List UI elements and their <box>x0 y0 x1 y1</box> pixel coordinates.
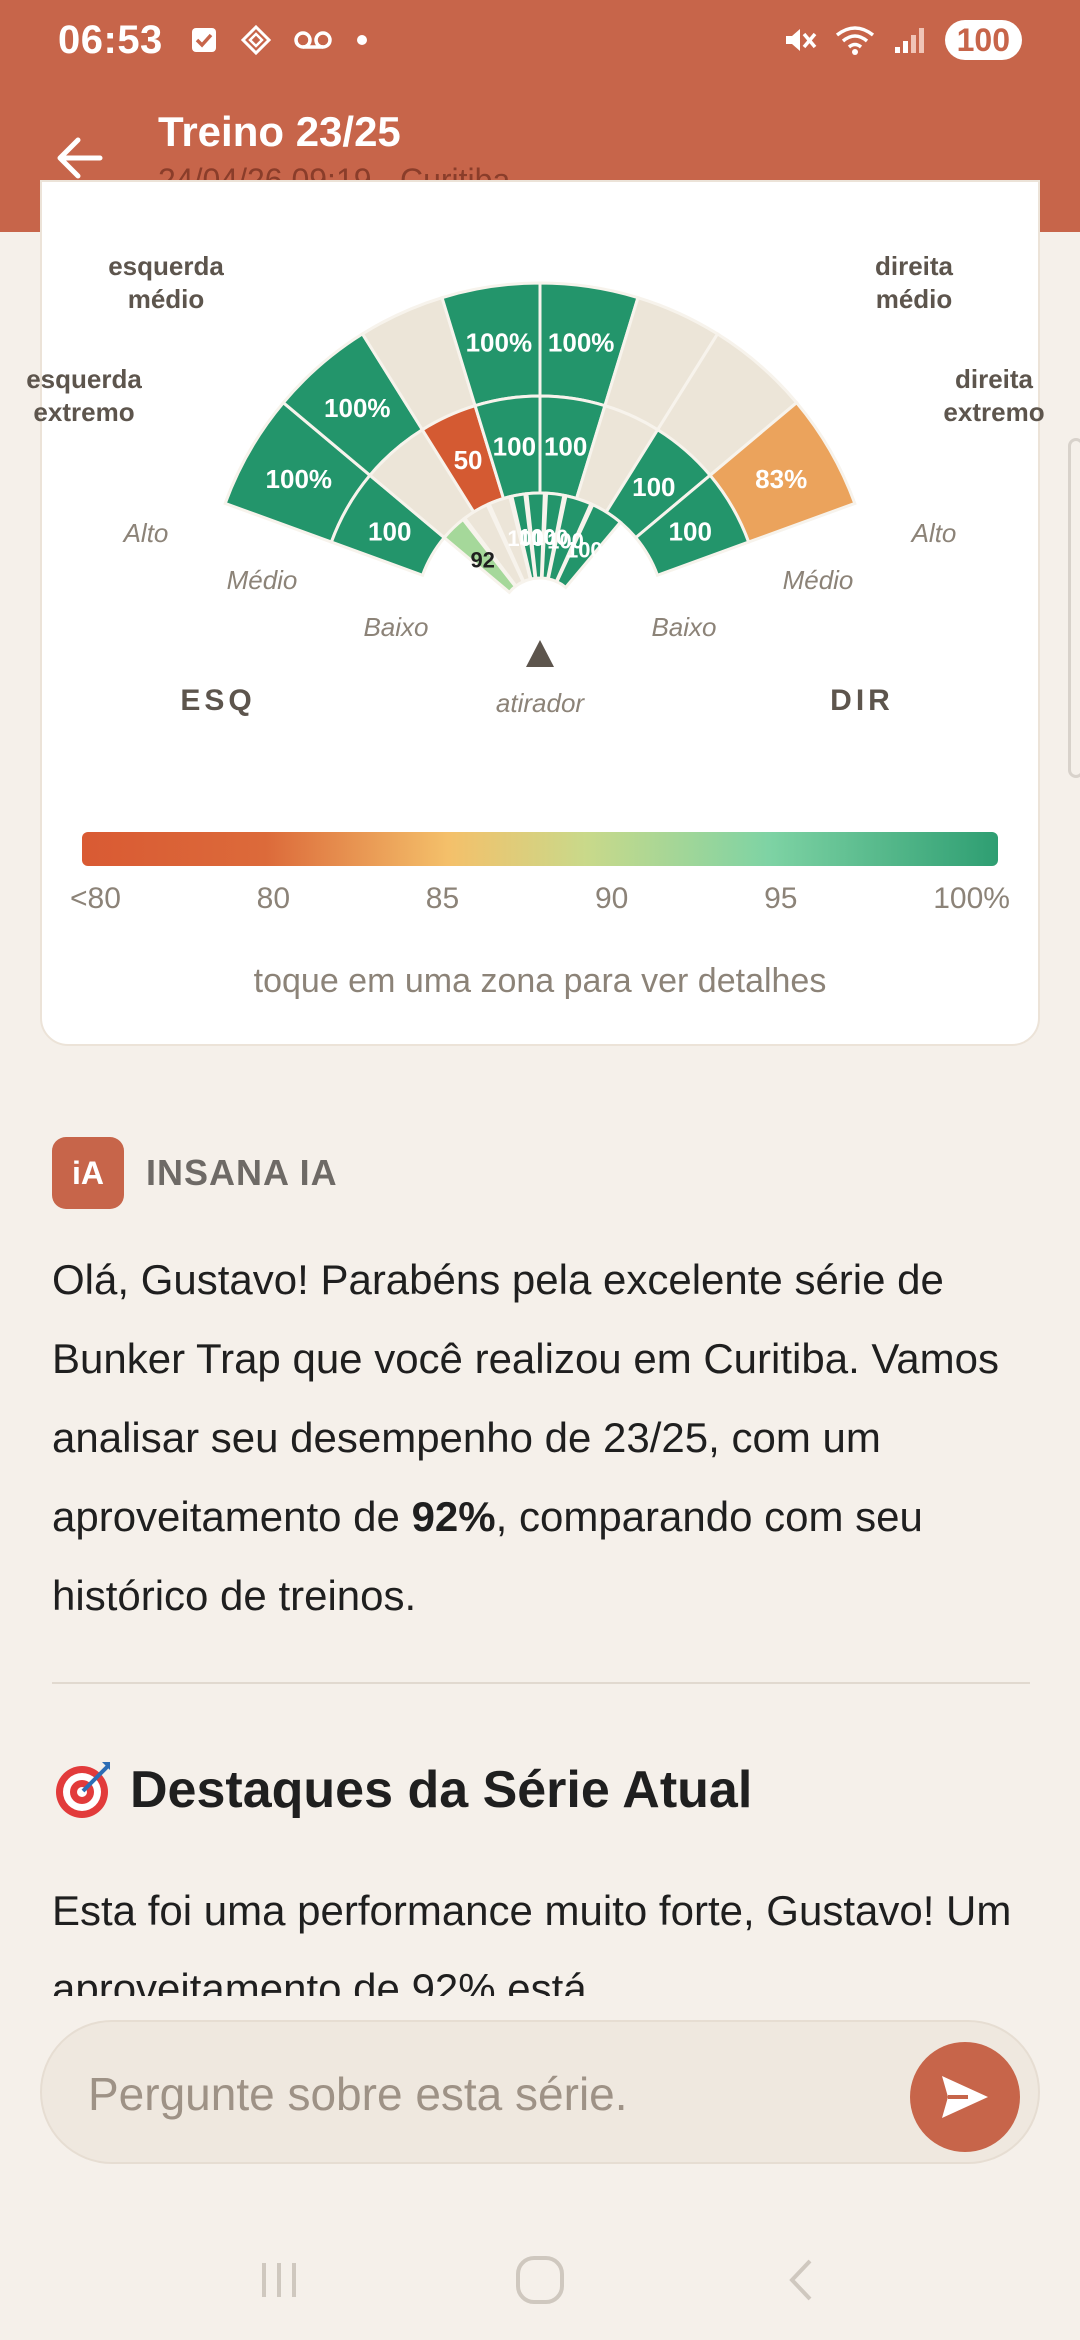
zone-cell-label: 100 <box>493 431 536 461</box>
zone-cell-label: 92 <box>470 548 494 573</box>
scroll-indicator <box>1068 438 1080 778</box>
ia-intro-highlight: 92% <box>411 1493 496 1540</box>
side-label-right: DIR <box>830 684 894 717</box>
divider <box>52 1682 1030 1684</box>
height-label-baixo-right: Baixo <box>651 612 716 642</box>
legend-tick: 90 <box>594 882 629 915</box>
legend-ticks: <80 80 85 90 95 100% <box>70 882 1010 916</box>
zone-label-left-mid-2: médio <box>128 284 205 314</box>
zone-label-left-ext-2: extremo <box>33 397 134 427</box>
zone-cell-label: 100% <box>324 393 391 423</box>
battery-indicator: 100 <box>944 20 1022 60</box>
zone-label-right-mid-1: direita <box>875 251 954 281</box>
wifi-icon <box>835 26 874 55</box>
height-label-baixo-left: Baixo <box>363 612 428 642</box>
zone-cell-label: 100 <box>566 537 603 562</box>
legend-tick: 100% <box>933 882 1010 915</box>
height-label-alto-right: Alto <box>910 518 957 548</box>
ia-name: INSANA IA <box>146 1152 338 1193</box>
height-label-medio-left: Médio <box>227 565 298 595</box>
legend-tick: 85 <box>425 882 460 915</box>
diamond-app-icon <box>240 25 271 55</box>
home-icon[interactable] <box>512 2252 568 2308</box>
zone-label-right-mid-2: médio <box>876 284 953 314</box>
zone-label-right-ext-2: extremo <box>943 397 1044 427</box>
zone-cell-label: 100 <box>368 516 411 546</box>
zone-cell-label: 100 <box>669 516 712 546</box>
zone-label-left-ext-1: esquerda <box>26 364 142 394</box>
target-icon <box>56 1762 110 1818</box>
page-title: Treino 23/25 <box>158 108 401 155</box>
zone-cell-label: 100% <box>266 464 333 494</box>
mute-icon <box>785 29 816 51</box>
section-title: Destaques da Série Atual <box>130 1761 753 1819</box>
shooter-triangle-icon <box>526 640 554 667</box>
tap-hint: toque em uma zona para ver detalhes <box>253 962 827 1000</box>
dot-icon <box>356 35 367 45</box>
legend-tick: 80 <box>256 882 291 915</box>
status-system-icons: 100 <box>783 20 1022 60</box>
status-bar: 06:53 100 <box>0 0 1080 80</box>
zone-cell-label: 50 <box>454 445 483 475</box>
status-notification-icons <box>189 25 369 55</box>
zone-cell-label: 100 <box>632 472 675 502</box>
checkbox-notification-icon <box>191 28 216 52</box>
send-icon <box>942 2076 988 2118</box>
chat-composer <box>40 2020 1040 2164</box>
system-nav-bar <box>0 2220 1080 2340</box>
recent-apps-icon[interactable] <box>254 2255 304 2305</box>
zone-cell-label: 83% <box>755 464 807 494</box>
section-text: Esta foi uma performance muito forte, Gu… <box>52 1887 1012 1996</box>
signal-icon <box>894 28 924 53</box>
back-arrow-icon[interactable] <box>52 130 108 186</box>
zone-cell-label: 100% <box>466 328 533 358</box>
zone-fan-chart: 100% 100% 100% 100% 83% 100 50 100 100 100 100 92 10… <box>26 251 1044 718</box>
voicemail-icon <box>294 31 332 49</box>
zone-label-right-ext-1: direita <box>955 364 1034 394</box>
section-heading: Destaques da Série Atual <box>52 1758 752 1822</box>
back-nav-icon[interactable] <box>776 2255 826 2305</box>
height-label-alto-left: Alto <box>122 518 169 548</box>
ia-avatar: iA <box>52 1137 124 1209</box>
ia-intro-text: Olá, Gustavo! Parabéns pela excelente sé… <box>52 1240 1042 1635</box>
legend-tick: 95 <box>764 882 798 915</box>
send-button[interactable] <box>910 2042 1020 2152</box>
side-label-left: ESQ <box>180 684 255 717</box>
color-legend-bar <box>82 832 998 866</box>
zone-label-left-mid-1: esquerda <box>108 251 224 281</box>
legend-tick: <80 <box>70 882 121 915</box>
chat-input[interactable] <box>88 2058 908 2130</box>
shooter-label: atirador <box>496 688 585 718</box>
zone-cell-label: 100 <box>544 431 587 461</box>
height-label-medio-right: Médio <box>783 565 854 595</box>
status-time: 06:53 <box>58 17 163 62</box>
zone-cell-label: 100% <box>548 328 615 358</box>
